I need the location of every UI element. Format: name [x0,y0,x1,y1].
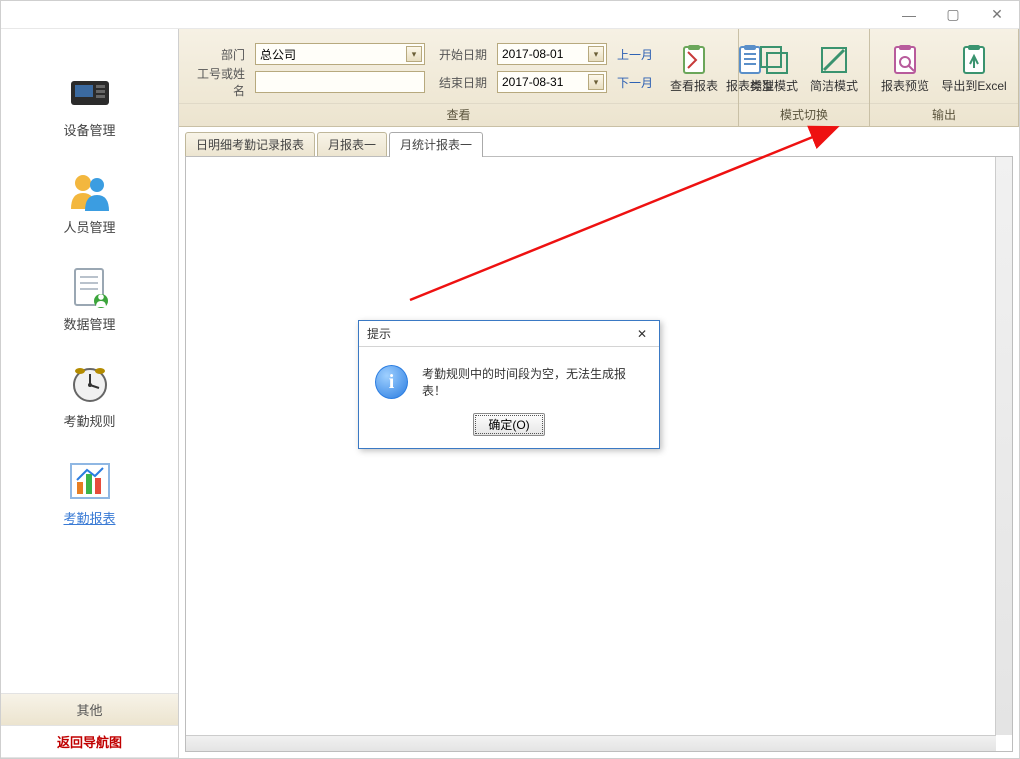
sidebar-item-data[interactable]: 数据管理 [1,258,178,355]
standard-mode-button[interactable]: 标准模式 [747,40,801,95]
sidebar-item-label: 人员管理 [63,217,115,236]
start-date-label: 开始日期 [431,46,491,63]
dialog-ok-button[interactable]: 确定(O) [473,413,544,436]
simple-mode-button[interactable]: 简洁模式 [807,40,861,95]
doc-tab[interactable]: 月报表一 [317,132,387,157]
export-excel-label: 导出到Excel [941,80,1006,93]
dialog-close-button[interactable]: ✕ [631,325,653,343]
start-date-value: 2017-08-01 [502,47,563,61]
idname-label: 工号或姓名 [187,65,249,99]
return-nav-link[interactable]: 返回导航图 [1,726,178,758]
dialog-title: 提示 [367,325,391,342]
export-excel-button[interactable]: 导出到Excel [938,40,1010,95]
device-icon [69,74,111,114]
sidebar-item-device[interactable]: 设备管理 [1,64,178,161]
doc-tab[interactable]: 月统计报表一 [389,132,483,157]
end-date-input[interactable]: 2017-08-31 ▾ [497,71,607,93]
chevron-down-icon: ▾ [406,46,422,62]
sidebar-item-label: 数据管理 [63,314,115,333]
sidebar-item-label: 考勤规则 [63,411,115,430]
group-caption-view: 查看 [179,103,738,126]
ribbon: 部门 总公司 ▾ 开始日期 2017-08-01 ▾ 上一月 工号 [179,29,1019,127]
standard-mode-icon [758,44,790,76]
dept-combo[interactable]: 总公司 ▾ [255,43,425,65]
chevron-down-icon: ▾ [588,74,604,90]
report-preview-button[interactable]: 报表预览 [878,40,932,95]
document-icon [69,268,111,308]
view-report-button[interactable]: 查看报表 [667,40,721,95]
report-preview-label: 报表预览 [881,80,929,93]
export-excel-icon [958,44,990,76]
next-month-link[interactable]: 下一月 [613,72,663,93]
clock-icon [69,365,111,405]
view-report-label: 查看报表 [670,80,718,93]
close-window-button[interactable]: ✕ [975,2,1019,28]
chevron-down-icon: ▾ [588,46,604,62]
sidebar-other[interactable]: 其他 [1,694,178,726]
minimize-button[interactable]: — [887,2,931,28]
info-icon: i [375,365,408,399]
dept-label: 部门 [187,46,249,63]
people-icon [69,171,111,211]
end-date-label: 结束日期 [431,74,491,91]
sidebar-item-label: 考勤报表 [63,508,115,527]
end-date-value: 2017-08-31 [502,75,563,89]
alert-dialog: 提示 ✕ i 考勤规则中的时间段为空，无法生成报表！ 确定(O) [358,320,660,449]
group-caption-output: 输出 [870,103,1018,126]
sidebar-item-label: 设备管理 [63,120,115,139]
report-preview-icon [889,44,921,76]
standard-mode-label: 标准模式 [750,80,798,93]
titlebar: — ▢ ✕ [1,1,1019,29]
view-report-icon [678,44,710,76]
chart-icon [69,462,111,502]
sidebar-item-report[interactable]: 考勤报表 [1,452,178,549]
document-tabs: 日明细考勤记录报表 月报表一 月统计报表一 [179,127,1019,156]
sidebar: 设备管理 人员管理 [1,29,179,758]
idname-input[interactable] [255,71,425,93]
dialog-message: 考勤规则中的时间段为空，无法生成报表！ [422,365,643,399]
dept-value: 总公司 [260,46,296,63]
simple-mode-label: 简洁模式 [810,80,858,93]
group-caption-mode: 模式切换 [739,103,869,126]
doc-tab[interactable]: 日明细考勤记录报表 [185,132,315,157]
start-date-input[interactable]: 2017-08-01 ▾ [497,43,607,65]
simple-mode-icon [818,44,850,76]
sidebar-item-rules[interactable]: 考勤规则 [1,355,178,452]
prev-month-link[interactable]: 上一月 [613,44,663,65]
maximize-button[interactable]: ▢ [931,2,975,28]
horizontal-scrollbar[interactable] [186,735,996,751]
report-canvas [185,156,1013,752]
sidebar-item-person[interactable]: 人员管理 [1,161,178,258]
